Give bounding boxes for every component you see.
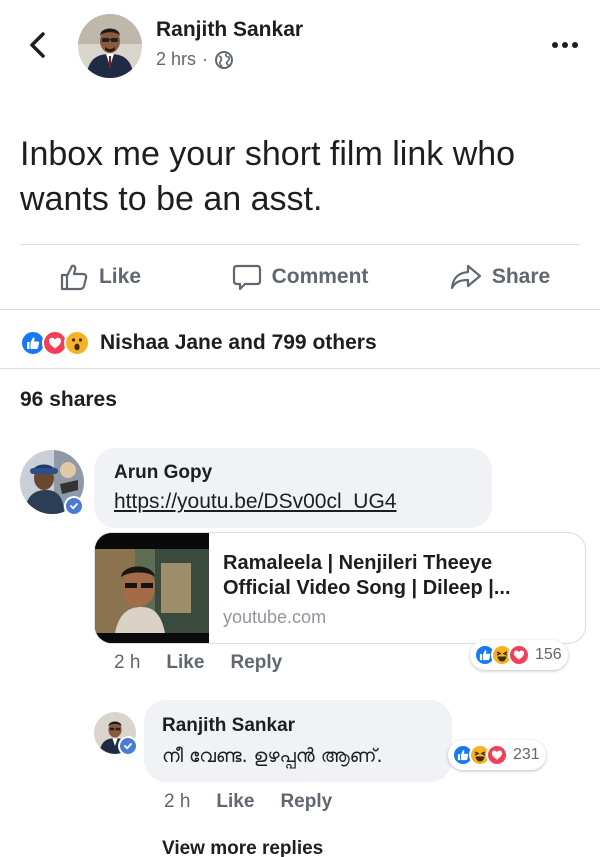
checkmark-icon <box>124 743 132 750</box>
more-options-button[interactable] <box>552 38 582 52</box>
divider <box>0 368 600 369</box>
thumbs-up-icon <box>60 264 88 291</box>
comment-button[interactable]: Comment <box>200 246 400 308</box>
comment-reactions[interactable]: 156 <box>470 640 568 670</box>
reaction-count: 156 <box>535 646 562 663</box>
post-time[interactable]: 2 hrs <box>156 49 196 70</box>
link-preview-card[interactable]: Ramaleela | Nenjileri Theeye Official Vi… <box>94 532 586 644</box>
dot-icon <box>562 42 568 48</box>
comment-bubble: Arun Gopy https://youtu.be/DSv00cl_UG4 <box>94 448 492 528</box>
shares-count[interactable]: 96 shares <box>20 388 117 412</box>
verified-badge <box>118 736 138 756</box>
reaction-count: 231 <box>513 746 540 763</box>
verified-badge <box>64 496 84 516</box>
reply-meta: 2 h Like Reply <box>164 791 332 813</box>
post-header: Ranjith Sankar 2 hrs · <box>0 0 600 95</box>
divider <box>0 309 600 310</box>
link-title-line: Official Video Song | Dileep |... <box>223 577 511 599</box>
comment-time[interactable]: 2 h <box>114 652 140 674</box>
reaction-icons <box>20 330 90 356</box>
dot-icon <box>552 42 558 48</box>
post-actions: Like Comment Share <box>0 246 600 308</box>
reply-like-button[interactable]: Like <box>216 791 254 813</box>
post-text: Inbox me your short film link who wants … <box>20 135 516 218</box>
comment-reply-button[interactable]: Reply <box>230 652 282 674</box>
comment-link[interactable]: https://youtu.be/DSv00cl_UG4 <box>114 490 397 514</box>
reactions-summary[interactable]: Nishaa Jane and 799 others <box>20 326 377 360</box>
meta-separator: · <box>202 49 209 69</box>
reply-time[interactable]: 2 h <box>164 791 190 813</box>
love-icon <box>486 744 508 766</box>
reply-reply-button[interactable]: Reply <box>280 791 332 813</box>
share-icon <box>450 264 481 290</box>
divider <box>20 244 580 245</box>
video-thumbnail <box>95 533 209 643</box>
share-button[interactable]: Share <box>400 246 600 308</box>
link-title-line: Ramaleela | Nenjileri Theeye <box>223 552 493 574</box>
view-more-replies[interactable]: View more replies <box>162 838 323 857</box>
link-title: Ramaleela | Nenjileri Theeye Official Vi… <box>223 551 575 601</box>
like-button[interactable]: Like <box>0 246 200 308</box>
comment-like-button[interactable]: Like <box>166 652 204 674</box>
comment-icon <box>232 264 261 291</box>
reactions-label: Nishaa Jane and 799 others <box>100 331 377 354</box>
reply-bubble: Ranjith Sankar നീ വേണ്ട. ഉഴപ്പൻ ആണ്. <box>144 700 452 782</box>
like-label: Like <box>98 265 142 288</box>
globe-icon <box>215 50 234 69</box>
reply-author[interactable]: Ranjith Sankar <box>162 715 295 737</box>
reply-reactions[interactable]: 231 <box>448 740 546 770</box>
reply-author-avatar[interactable] <box>94 712 138 756</box>
reply-text: നീ വേണ്ട. ഉഴപ്പൻ ആണ്. <box>162 745 383 767</box>
checkmark-icon <box>70 503 78 510</box>
share-label: Share <box>491 265 551 288</box>
link-domain: youtube.com <box>223 607 327 627</box>
wow-icon <box>64 330 90 356</box>
back-button[interactable] <box>26 30 50 60</box>
love-icon <box>508 644 530 666</box>
author-name[interactable]: Ranjith Sankar <box>156 18 303 42</box>
comment-label: Comment <box>271 265 369 288</box>
commenter-avatar[interactable] <box>20 450 84 516</box>
comment-author[interactable]: Arun Gopy <box>114 462 212 484</box>
author-avatar[interactable] <box>78 14 142 78</box>
comment-meta: 2 h Like Reply <box>114 652 282 674</box>
post-meta: 2 hrs · <box>156 49 234 70</box>
dot-icon <box>572 42 578 48</box>
chevron-left-icon <box>30 32 45 58</box>
